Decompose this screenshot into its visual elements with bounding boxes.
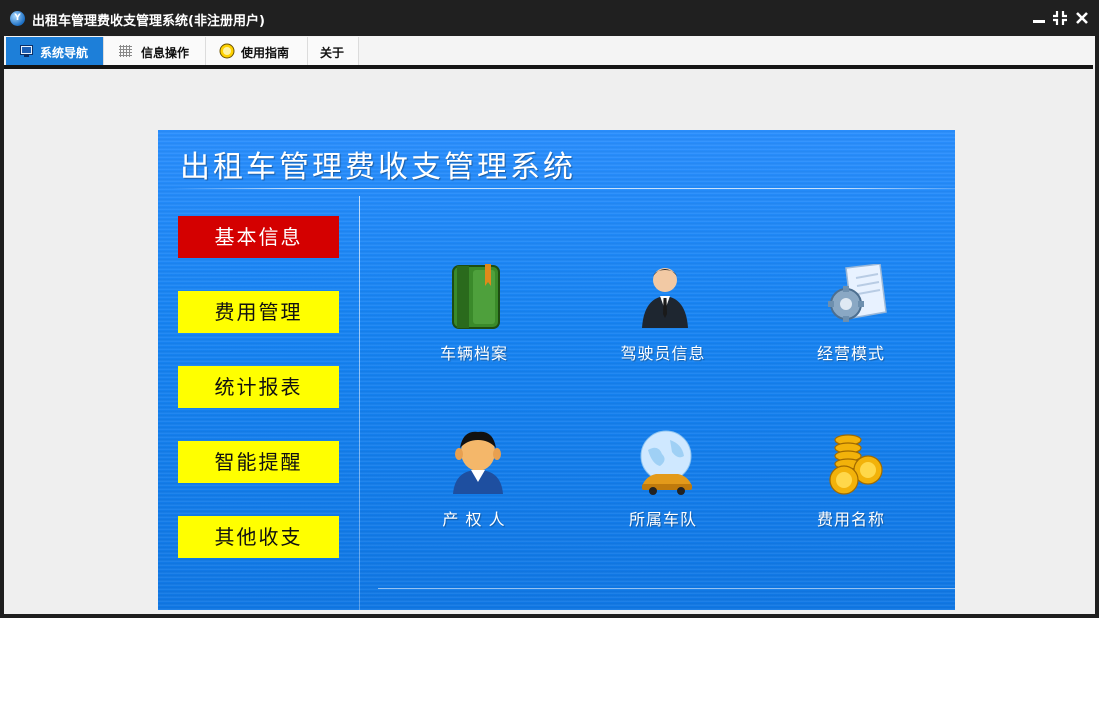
divider — [378, 588, 955, 589]
app-logo-icon: Y — [10, 11, 25, 26]
gold-coins-icon — [826, 430, 883, 496]
tile-label: 经营模式 — [816, 344, 885, 363]
tile-driver-info[interactable]: 驾驶员信息 — [583, 264, 743, 374]
title-bar[interactable]: Y 出租车管理费收支管理系统(非注册用户) — [0, 0, 1099, 36]
restore-icon[interactable] — [1051, 8, 1069, 28]
sidebar-button-smart-reminder[interactable]: 智能提醒 — [178, 441, 339, 483]
sidebar-button-other-income-expense[interactable]: 其他收支 — [178, 516, 339, 558]
divider — [359, 196, 360, 610]
sidebar-button-fee-management[interactable]: 费用管理 — [178, 291, 339, 333]
tab-label: 系统导航 — [40, 46, 89, 60]
gear-document-icon — [826, 263, 887, 330]
tile-label: 驾驶员信息 — [620, 344, 706, 363]
tile-label: 产 权 人 — [442, 510, 506, 529]
tab-divider — [4, 65, 1093, 69]
green-book-icon — [449, 264, 503, 330]
businessman-icon — [638, 264, 692, 330]
tile-label: 费用名称 — [816, 510, 885, 529]
navigation-panel: 出租车管理费收支管理系统 基本信息 费用管理 统计报表 智能提醒 其他收支 车辆… — [158, 130, 955, 610]
close-icon[interactable] — [1073, 8, 1091, 28]
sidebar-button-basic-info[interactable]: 基本信息 — [178, 216, 339, 258]
grid-icon — [119, 45, 132, 57]
tile-fee-name[interactable]: 费用名称 — [771, 430, 931, 540]
lightbulb-icon — [219, 43, 235, 59]
minimize-icon[interactable] — [1030, 8, 1048, 28]
tab-bar: 系统导航 信息操作 使用指南 关于 — [4, 36, 1095, 65]
tab-label: 使用指南 — [241, 46, 290, 60]
client-area: 系统导航 信息操作 使用指南 关于 出租车管理费收支管理系统 基本信息 费用管理… — [4, 36, 1095, 614]
tab-user-guide[interactable]: 使用指南 — [206, 37, 308, 65]
tile-property-owner[interactable]: 产 权 人 — [394, 430, 554, 540]
tile-label: 车辆档案 — [439, 344, 508, 363]
monitor-icon — [20, 45, 33, 57]
sidebar-button-statistics-report[interactable]: 统计报表 — [178, 366, 339, 408]
divider — [172, 188, 955, 189]
globe-car-icon — [638, 430, 692, 496]
tile-operation-mode[interactable]: 经营模式 — [771, 263, 931, 374]
tab-about[interactable]: 关于 — [308, 37, 359, 65]
person-avatar-icon — [449, 430, 503, 496]
tab-label: 关于 — [320, 46, 345, 60]
tab-system-navigation[interactable]: 系统导航 — [6, 37, 104, 65]
app-window: Y 出租车管理费收支管理系统(非注册用户) 系统导航 信息操作 使用指南 关于 … — [0, 0, 1099, 618]
tile-label: 所属车队 — [628, 510, 697, 529]
panel-title: 出租车管理费收支管理系统 — [180, 150, 576, 185]
window-title: 出租车管理费收支管理系统(非注册用户) — [32, 14, 265, 29]
tile-fleet[interactable]: 所属车队 — [583, 430, 743, 540]
tab-label: 信息操作 — [141, 46, 190, 60]
tile-vehicle-archive[interactable]: 车辆档案 — [394, 264, 554, 374]
tab-info-operation[interactable]: 信息操作 — [104, 37, 206, 65]
